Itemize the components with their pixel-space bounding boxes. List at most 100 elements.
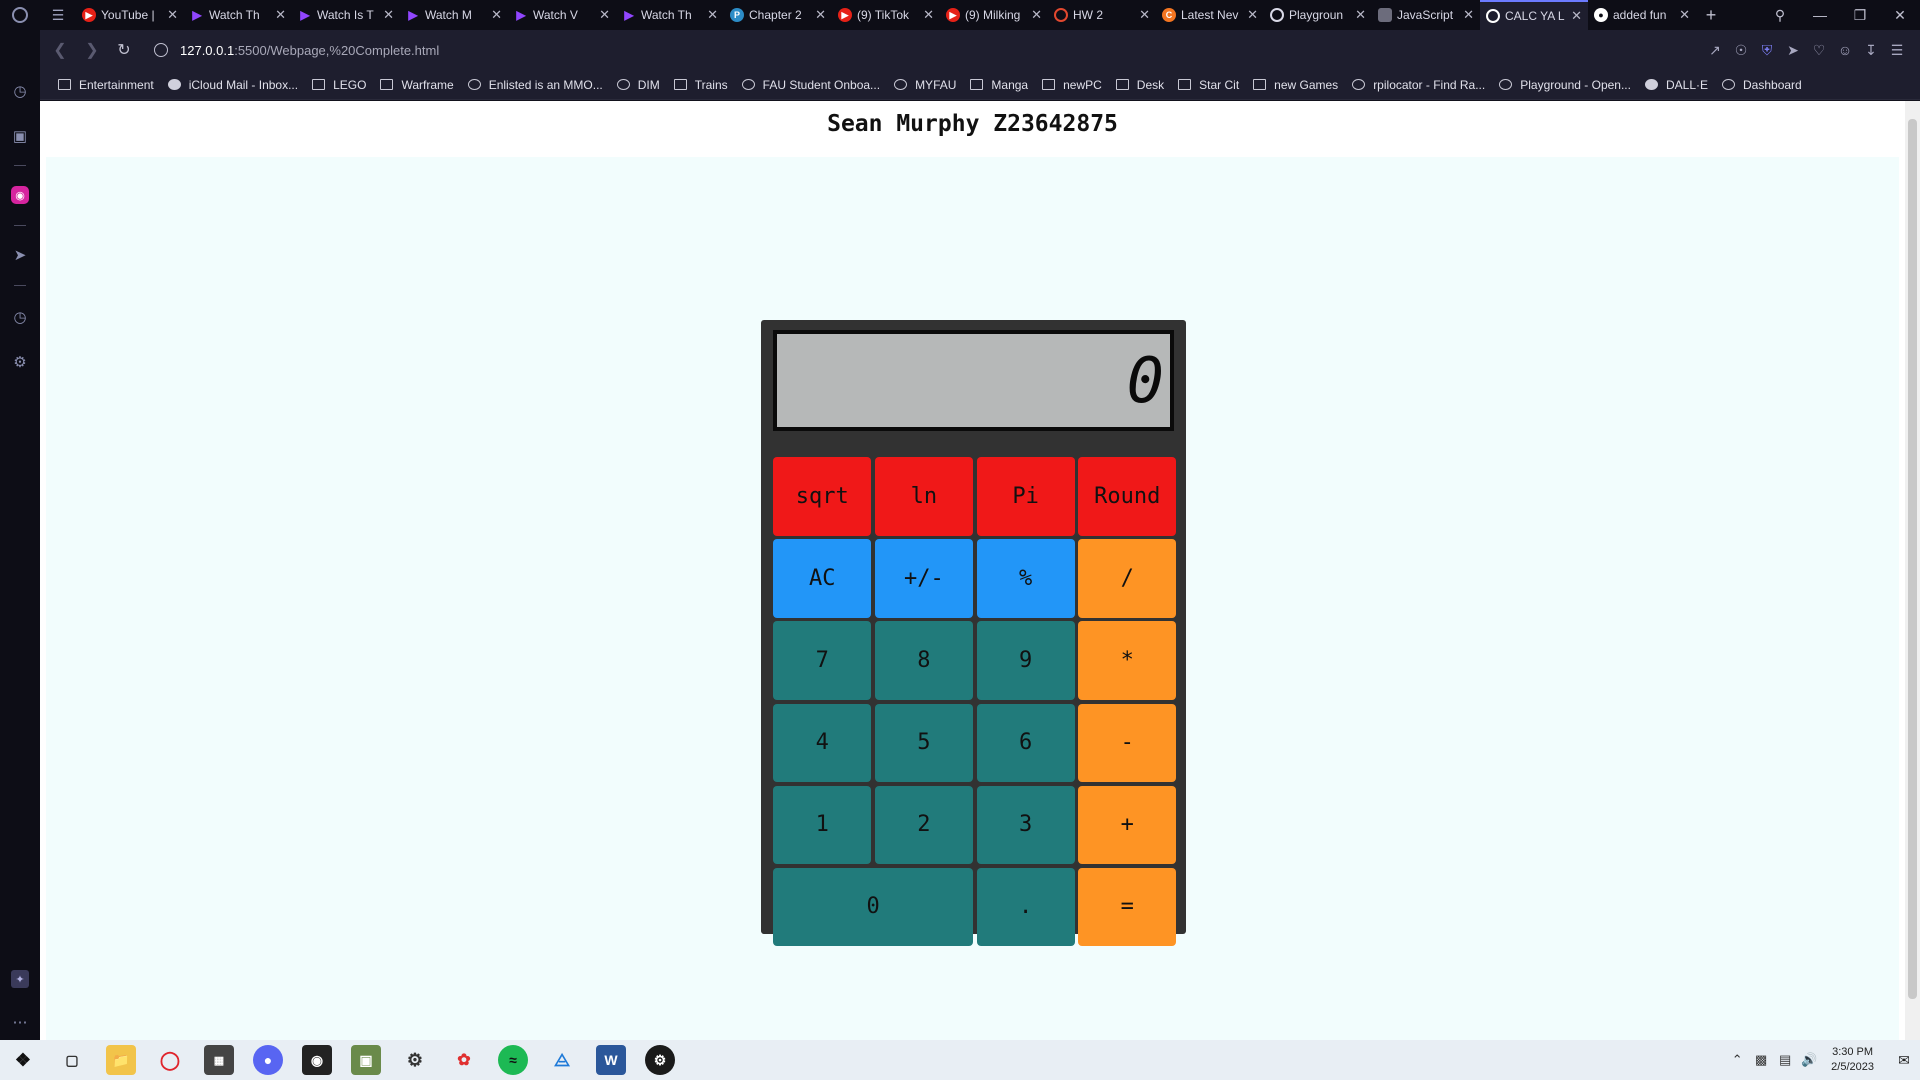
- close-tab-icon[interactable]: ✕: [815, 7, 826, 23]
- word-icon[interactable]: W: [596, 1045, 626, 1075]
- close-tab-icon[interactable]: ✕: [275, 7, 286, 23]
- bookmark-item[interactable]: new Games: [1253, 78, 1338, 92]
- browser-tab[interactable]: P Chapter 2 ✕: [724, 0, 832, 30]
- browser-tab[interactable]: ▶ Watch V ✕: [508, 0, 616, 30]
- search-tabs-icon[interactable]: ⚲: [1760, 7, 1800, 24]
- page-scrollbar[interactable]: [1905, 101, 1920, 1040]
- bookmark-item[interactable]: MYFAU: [894, 78, 956, 92]
- round-button[interactable]: Round: [1078, 457, 1177, 536]
- close-tab-icon[interactable]: ✕: [1031, 7, 1042, 23]
- close-tab-icon[interactable]: ✕: [383, 7, 394, 23]
- url-text[interactable]: 127.0.0.1:5500/Webpage,%20Complete.html: [180, 43, 439, 58]
- multiply-button[interactable]: *: [1078, 621, 1177, 700]
- browser-tab[interactable]: ● added fun ✕: [1588, 0, 1696, 30]
- site-info-icon[interactable]: [154, 43, 168, 57]
- scrollbar-thumb[interactable]: [1908, 119, 1917, 999]
- bookmark-item[interactable]: Manga: [970, 78, 1028, 92]
- digit-8-button[interactable]: 8: [874, 621, 973, 700]
- share-icon[interactable]: ↗: [1702, 42, 1728, 59]
- bookmark-item[interactable]: Star Cit: [1178, 78, 1239, 92]
- bookmark-item[interactable]: iCloud Mail - Inbox...: [167, 78, 298, 92]
- flow-send-icon[interactable]: ➤: [1780, 42, 1806, 59]
- history-icon[interactable]: ◷: [11, 308, 29, 326]
- negate-button[interactable]: +/-: [874, 539, 973, 618]
- close-tab-icon[interactable]: ✕: [167, 7, 178, 23]
- close-tab-icon[interactable]: ✕: [1679, 7, 1690, 23]
- close-tab-icon[interactable]: ✕: [707, 7, 718, 23]
- digit-6-button[interactable]: 6: [976, 703, 1075, 782]
- tray-overflow-icon[interactable]: ⌃: [1725, 1052, 1749, 1068]
- browser-tab[interactable]: ▶ Watch Is T ✕: [292, 0, 400, 30]
- davinci-icon[interactable]: ✿: [449, 1045, 479, 1075]
- minecraft-icon[interactable]: ▣: [351, 1045, 381, 1075]
- settings-icon[interactable]: ⚙: [11, 353, 29, 371]
- decimal-button[interactable]: .: [976, 867, 1075, 947]
- percent-button[interactable]: %: [976, 539, 1075, 618]
- clock[interactable]: 3:30 PM 2/5/2023: [1831, 1045, 1874, 1075]
- obs-icon[interactable]: ◉: [302, 1045, 332, 1075]
- file-explorer-icon[interactable]: 📁: [106, 1045, 136, 1075]
- close-tab-icon[interactable]: ✕: [1139, 7, 1150, 23]
- steam-icon[interactable]: ⚙: [645, 1045, 675, 1075]
- browser-tab[interactable]: ▶ (9) Milking ✕: [940, 0, 1048, 30]
- bookmark-item[interactable]: FAU Student Onboa...: [741, 78, 880, 92]
- network-icon[interactable]: ▤: [1773, 1052, 1797, 1068]
- close-tab-icon[interactable]: ✕: [599, 7, 610, 23]
- bookmark-item[interactable]: Entertainment: [58, 78, 154, 92]
- bookmark-item[interactable]: Dashboard: [1722, 78, 1802, 92]
- browser-tab[interactable]: ▶ (9) TikTok ✕: [832, 0, 940, 30]
- browser-tab[interactable]: HW 2 ✕: [1048, 0, 1156, 30]
- tray-app-icon[interactable]: ▩: [1749, 1052, 1773, 1068]
- task-view-icon[interactable]: ▢: [57, 1045, 87, 1075]
- new-tab-button[interactable]: +: [1696, 5, 1726, 26]
- browser-tab[interactable]: CALC YA L ✕: [1480, 0, 1588, 30]
- profile-icon[interactable]: ☺: [1832, 42, 1858, 58]
- bookmark-heart-icon[interactable]: ♡: [1806, 42, 1832, 59]
- workspaces-icon[interactable]: ▣: [11, 127, 29, 145]
- digit-2-button[interactable]: 2: [874, 785, 973, 865]
- opera-logo-icon[interactable]: [0, 0, 40, 30]
- reload-icon[interactable]: ↻: [108, 40, 140, 60]
- close-tab-icon[interactable]: ✕: [491, 7, 502, 23]
- more-options-icon[interactable]: ⋯: [11, 1013, 29, 1031]
- close-window-icon[interactable]: ✕: [1880, 7, 1920, 24]
- volume-icon[interactable]: 🔊: [1797, 1052, 1821, 1068]
- url-field[interactable]: 127.0.0.1:5500/Webpage,%20Complete.html: [154, 43, 439, 58]
- spotify-icon[interactable]: ≈: [498, 1045, 528, 1075]
- restore-icon[interactable]: ❐: [1840, 7, 1880, 24]
- digit-5-button[interactable]: 5: [874, 703, 973, 782]
- digit-9-button[interactable]: 9: [976, 621, 1075, 700]
- close-tab-icon[interactable]: ✕: [1571, 8, 1582, 24]
- opera-icon[interactable]: ◯: [155, 1045, 185, 1075]
- bookmark-item[interactable]: rpilocator - Find Ra...: [1352, 78, 1485, 92]
- all-clear-button[interactable]: AC: [773, 539, 872, 618]
- close-tab-icon[interactable]: ✕: [1355, 7, 1366, 23]
- notification-icon[interactable]: ✉: [1888, 1040, 1920, 1080]
- bookmark-item[interactable]: Playground - Open...: [1499, 78, 1631, 92]
- browser-tab[interactable]: C Latest Nev ✕: [1156, 0, 1264, 30]
- digit-1-button[interactable]: 1: [773, 785, 872, 865]
- bookmark-item[interactable]: Desk: [1115, 78, 1164, 92]
- speed-dial-icon[interactable]: ◷: [11, 82, 29, 100]
- download-icon[interactable]: ↧: [1858, 42, 1884, 59]
- send-icon[interactable]: ➤: [11, 246, 29, 264]
- bookmark-item[interactable]: Enlisted is an MMO...: [467, 78, 603, 92]
- browser-tab[interactable]: ▶ Watch M ✕: [400, 0, 508, 30]
- digit-3-button[interactable]: 3: [976, 785, 1075, 865]
- digit-4-button[interactable]: 4: [773, 703, 872, 782]
- instagram-icon[interactable]: ◉: [11, 186, 29, 204]
- vpn-shield-icon[interactable]: ⛨: [1754, 42, 1780, 59]
- divide-button[interactable]: /: [1078, 539, 1177, 618]
- bookmark-item[interactable]: Trains: [673, 78, 728, 92]
- pi-button[interactable]: Pi: [976, 457, 1075, 536]
- browser-tab[interactable]: Playgroun ✕: [1264, 0, 1372, 30]
- close-tab-icon[interactable]: ✕: [1247, 7, 1258, 23]
- browser-tab[interactable]: ▶ Watch Th ✕: [184, 0, 292, 30]
- bookmark-item[interactable]: Warframe: [380, 78, 454, 92]
- tab-menu-icon[interactable]: ☰: [40, 7, 76, 24]
- browser-tab[interactable]: JavaScript ✕: [1372, 0, 1480, 30]
- extension-icon[interactable]: ✦: [11, 970, 29, 988]
- back-icon[interactable]: ❮: [44, 40, 76, 60]
- bookmark-item[interactable]: DALL·E: [1644, 78, 1708, 92]
- close-tab-icon[interactable]: ✕: [923, 7, 934, 23]
